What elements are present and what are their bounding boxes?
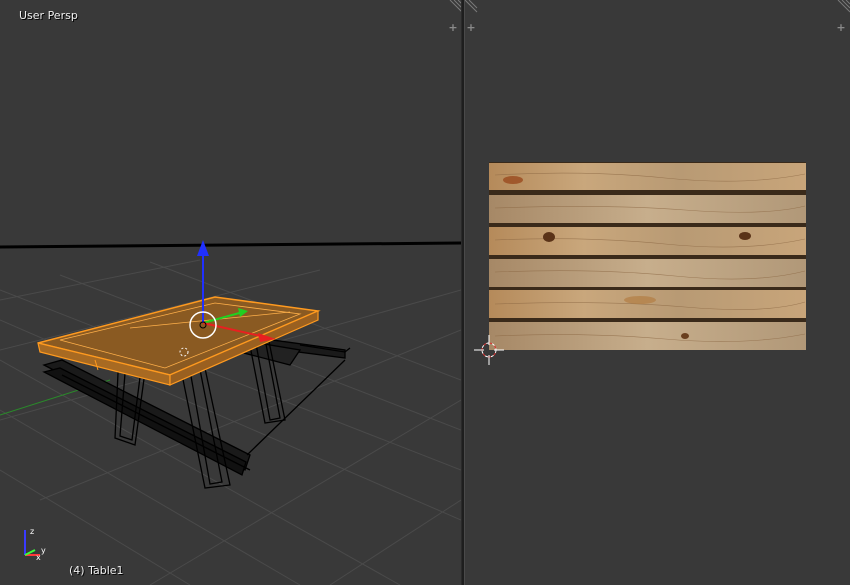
viewport-title: User Persp	[19, 9, 78, 22]
viewport-status: (4) Table1	[69, 564, 124, 577]
plus-icon[interactable]: +	[447, 22, 459, 34]
3d-scene[interactable]: z y x	[0, 0, 461, 585]
3d-viewport[interactable]: z y x User Persp (4) Table1 +	[0, 0, 461, 585]
image-editor[interactable]: + +	[465, 0, 850, 585]
gizmo-y-label: y	[41, 546, 46, 555]
gizmo-z-label: z	[30, 527, 34, 536]
corner-hatch-icon[interactable]	[465, 0, 481, 14]
image-canvas[interactable]	[465, 0, 850, 585]
blender-editor: z y x User Persp (4) Table1 + + +	[0, 0, 850, 585]
corner-hatch-icon[interactable]	[447, 0, 461, 14]
wood-planks-texture	[489, 162, 806, 350]
axis-orientation-icon: z y x	[24, 527, 46, 562]
horizon-line	[0, 241, 461, 249]
corner-hatch-icon[interactable]	[835, 0, 850, 14]
plus-icon[interactable]: +	[465, 22, 477, 34]
plus-icon[interactable]: +	[835, 22, 847, 34]
gizmo-x-label: x	[36, 553, 41, 562]
